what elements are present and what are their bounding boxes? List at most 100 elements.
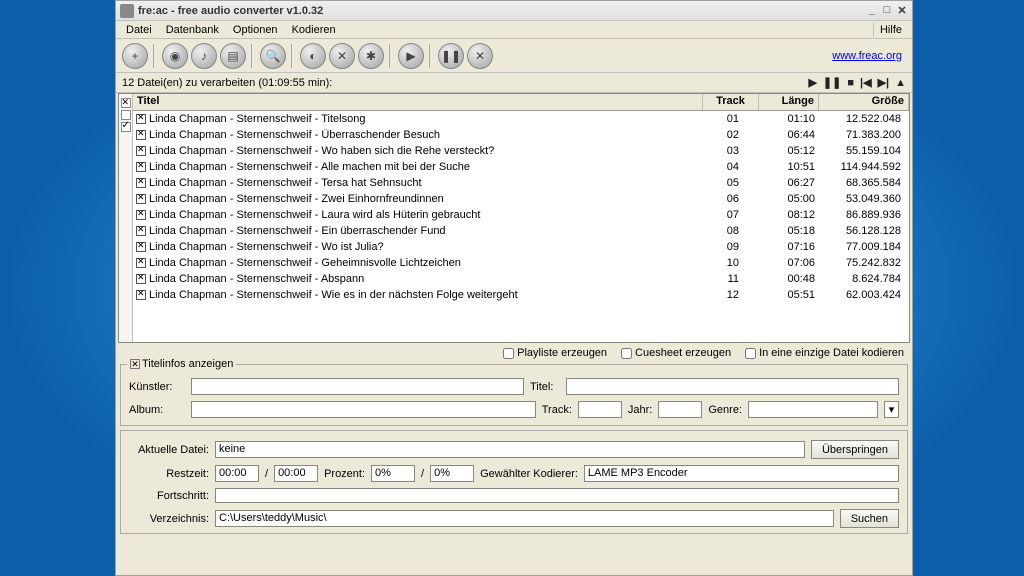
row-checkbox[interactable] <box>136 130 146 140</box>
add-files-icon[interactable]: + <box>122 43 148 69</box>
restzeit-2: 00:00 <box>274 465 318 482</box>
column-titel[interactable]: Titel <box>133 94 703 110</box>
skip-button[interactable]: Überspringen <box>811 440 899 459</box>
row-track: 10 <box>703 257 759 269</box>
row-size: 12.522.048 <box>819 113 909 125</box>
player-next-icon[interactable]: ▶| <box>878 76 890 89</box>
track-row[interactable]: Linda Chapman - Sternenschweif - Abspann… <box>133 271 909 287</box>
track-row[interactable]: Linda Chapman - Sternenschweif - Wo habe… <box>133 143 909 159</box>
checkall-empty[interactable] <box>121 110 131 120</box>
player-pause-icon[interactable]: ❚❚ <box>823 76 841 89</box>
track-row[interactable]: Linda Chapman - Sternenschweif - Ein übe… <box>133 223 909 239</box>
jahr-field[interactable] <box>658 401 702 418</box>
disc-icon[interactable]: ◉ <box>162 43 188 69</box>
row-size: 56.128.128 <box>819 225 909 237</box>
track-row[interactable]: Linda Chapman - Sternenschweif - Tersa h… <box>133 175 909 191</box>
row-size: 114.944.592 <box>819 161 909 173</box>
browse-button[interactable]: Suchen <box>840 509 899 528</box>
row-title: Linda Chapman - Sternenschweif - Titelso… <box>149 113 703 125</box>
row-length: 07:16 <box>759 241 819 253</box>
player-stop-icon[interactable]: ■ <box>847 77 854 89</box>
row-size: 71.383.200 <box>819 129 909 141</box>
genre-field[interactable] <box>748 401 878 418</box>
maximize-button[interactable]: □ <box>881 4 893 17</box>
tools-icon[interactable]: ✕ <box>329 43 355 69</box>
prozent-1: 0% <box>371 465 415 482</box>
track-field[interactable] <box>578 401 622 418</box>
menu-datenbank[interactable]: Datenbank <box>160 23 225 37</box>
checkall-cross[interactable] <box>121 98 131 108</box>
track-row[interactable]: Linda Chapman - Sternenschweif - Alle ma… <box>133 159 909 175</box>
track-row[interactable]: Linda Chapman - Sternenschweif - Laura w… <box>133 207 909 223</box>
website-link[interactable]: www.freac.org <box>832 50 906 62</box>
row-track: 11 <box>703 273 759 285</box>
row-checkbox[interactable] <box>136 274 146 284</box>
music-note-icon[interactable]: ♪ <box>191 43 217 69</box>
player-eject-icon[interactable]: ▲ <box>895 77 906 89</box>
track-row[interactable]: Linda Chapman - Sternenschweif - Überras… <box>133 127 909 143</box>
verzeichnis-field[interactable]: C:\Users\teddy\Music\ <box>215 510 834 527</box>
kunstler-field[interactable] <box>191 378 524 395</box>
kunstler-label: Künstler: <box>129 381 185 393</box>
minimize-button[interactable]: _ <box>866 4 878 17</box>
album-field[interactable] <box>191 401 536 418</box>
row-checkbox[interactable] <box>136 210 146 220</box>
row-checkbox[interactable] <box>136 226 146 236</box>
play-icon[interactable]: ▶ <box>398 43 424 69</box>
row-checkbox[interactable] <box>136 194 146 204</box>
opt-playliste[interactable]: Playliste erzeugen <box>503 347 607 359</box>
opt-cuesheet[interactable]: Cuesheet erzeugen <box>621 347 731 359</box>
menu-datei[interactable]: Datei <box>120 23 158 37</box>
track-row[interactable]: Linda Chapman - Sternenschweif - Wie es … <box>133 287 909 303</box>
column-lange[interactable]: Länge <box>759 94 819 110</box>
titel-field[interactable] <box>566 378 899 395</box>
genre-dropdown-icon[interactable]: ▾ <box>884 401 899 418</box>
row-checkbox[interactable] <box>136 258 146 268</box>
track-row[interactable]: Linda Chapman - Sternenschweif - Titelso… <box>133 111 909 127</box>
row-checkbox[interactable] <box>136 178 146 188</box>
restzeit-label: Restzeit: <box>129 468 209 480</box>
column-grobe[interactable]: Größe <box>819 94 909 110</box>
row-checkbox[interactable] <box>136 162 146 172</box>
menu-hilfe[interactable]: Hilfe <box>873 23 908 37</box>
row-checkbox[interactable] <box>136 114 146 124</box>
opt-single-file[interactable]: In eine einzige Datei kodieren <box>745 347 904 359</box>
row-size: 8.624.784 <box>819 273 909 285</box>
row-checkbox[interactable] <box>136 290 146 300</box>
queue-status: 12 Datei(en) zu verarbeiten (01:09:55 mi… <box>122 77 808 89</box>
checkall-checked[interactable] <box>121 122 131 132</box>
menu-kodieren[interactable]: Kodieren <box>286 23 342 37</box>
encoding-group: Aktuelle Datei: keine Überspringen Restz… <box>120 430 908 534</box>
track-row[interactable]: Linda Chapman - Sternenschweif - Geheimn… <box>133 255 909 271</box>
row-title: Linda Chapman - Sternenschweif - Wo habe… <box>149 145 703 157</box>
close-button[interactable]: ✕ <box>896 4 908 17</box>
toolbar: + ◉ ♪ ▤ 🔍 ◐ ✕ ✱ ▶ ❚❚ ✕ www.freac.org <box>116 39 912 73</box>
gear-icon[interactable]: ✱ <box>358 43 384 69</box>
row-checkbox[interactable] <box>136 242 146 252</box>
menu-optionen[interactable]: Optionen <box>227 23 284 37</box>
track-row[interactable]: Linda Chapman - Sternenschweif - Wo ist … <box>133 239 909 255</box>
stop-icon[interactable]: ✕ <box>467 43 493 69</box>
column-track[interactable]: Track <box>703 94 759 110</box>
network-icon[interactable]: ◐ <box>300 43 326 69</box>
pause-icon[interactable]: ❚❚ <box>438 43 464 69</box>
row-size: 55.159.104 <box>819 145 909 157</box>
row-checkbox[interactable] <box>136 146 146 156</box>
row-track: 02 <box>703 129 759 141</box>
prozent-2: 0% <box>430 465 474 482</box>
album-label: Album: <box>129 404 185 416</box>
row-size: 77.009.184 <box>819 241 909 253</box>
row-track: 06 <box>703 193 759 205</box>
row-length: 06:27 <box>759 177 819 189</box>
row-track: 04 <box>703 161 759 173</box>
row-size: 86.889.936 <box>819 209 909 221</box>
track-row[interactable]: Linda Chapman - Sternenschweif - Zwei Ei… <box>133 191 909 207</box>
titleinfo-close-icon[interactable]: ✕ <box>130 359 140 369</box>
player-prev-icon[interactable]: |◀ <box>860 76 872 89</box>
library-icon[interactable]: ▤ <box>220 43 246 69</box>
verzeichnis-label: Verzeichnis: <box>129 513 209 525</box>
search-icon[interactable]: 🔍 <box>260 43 286 69</box>
player-play-icon[interactable]: ▶ <box>808 76 816 89</box>
prozent-label: Prozent: <box>324 468 365 480</box>
row-title: Linda Chapman - Sternenschweif - Ein übe… <box>149 225 703 237</box>
